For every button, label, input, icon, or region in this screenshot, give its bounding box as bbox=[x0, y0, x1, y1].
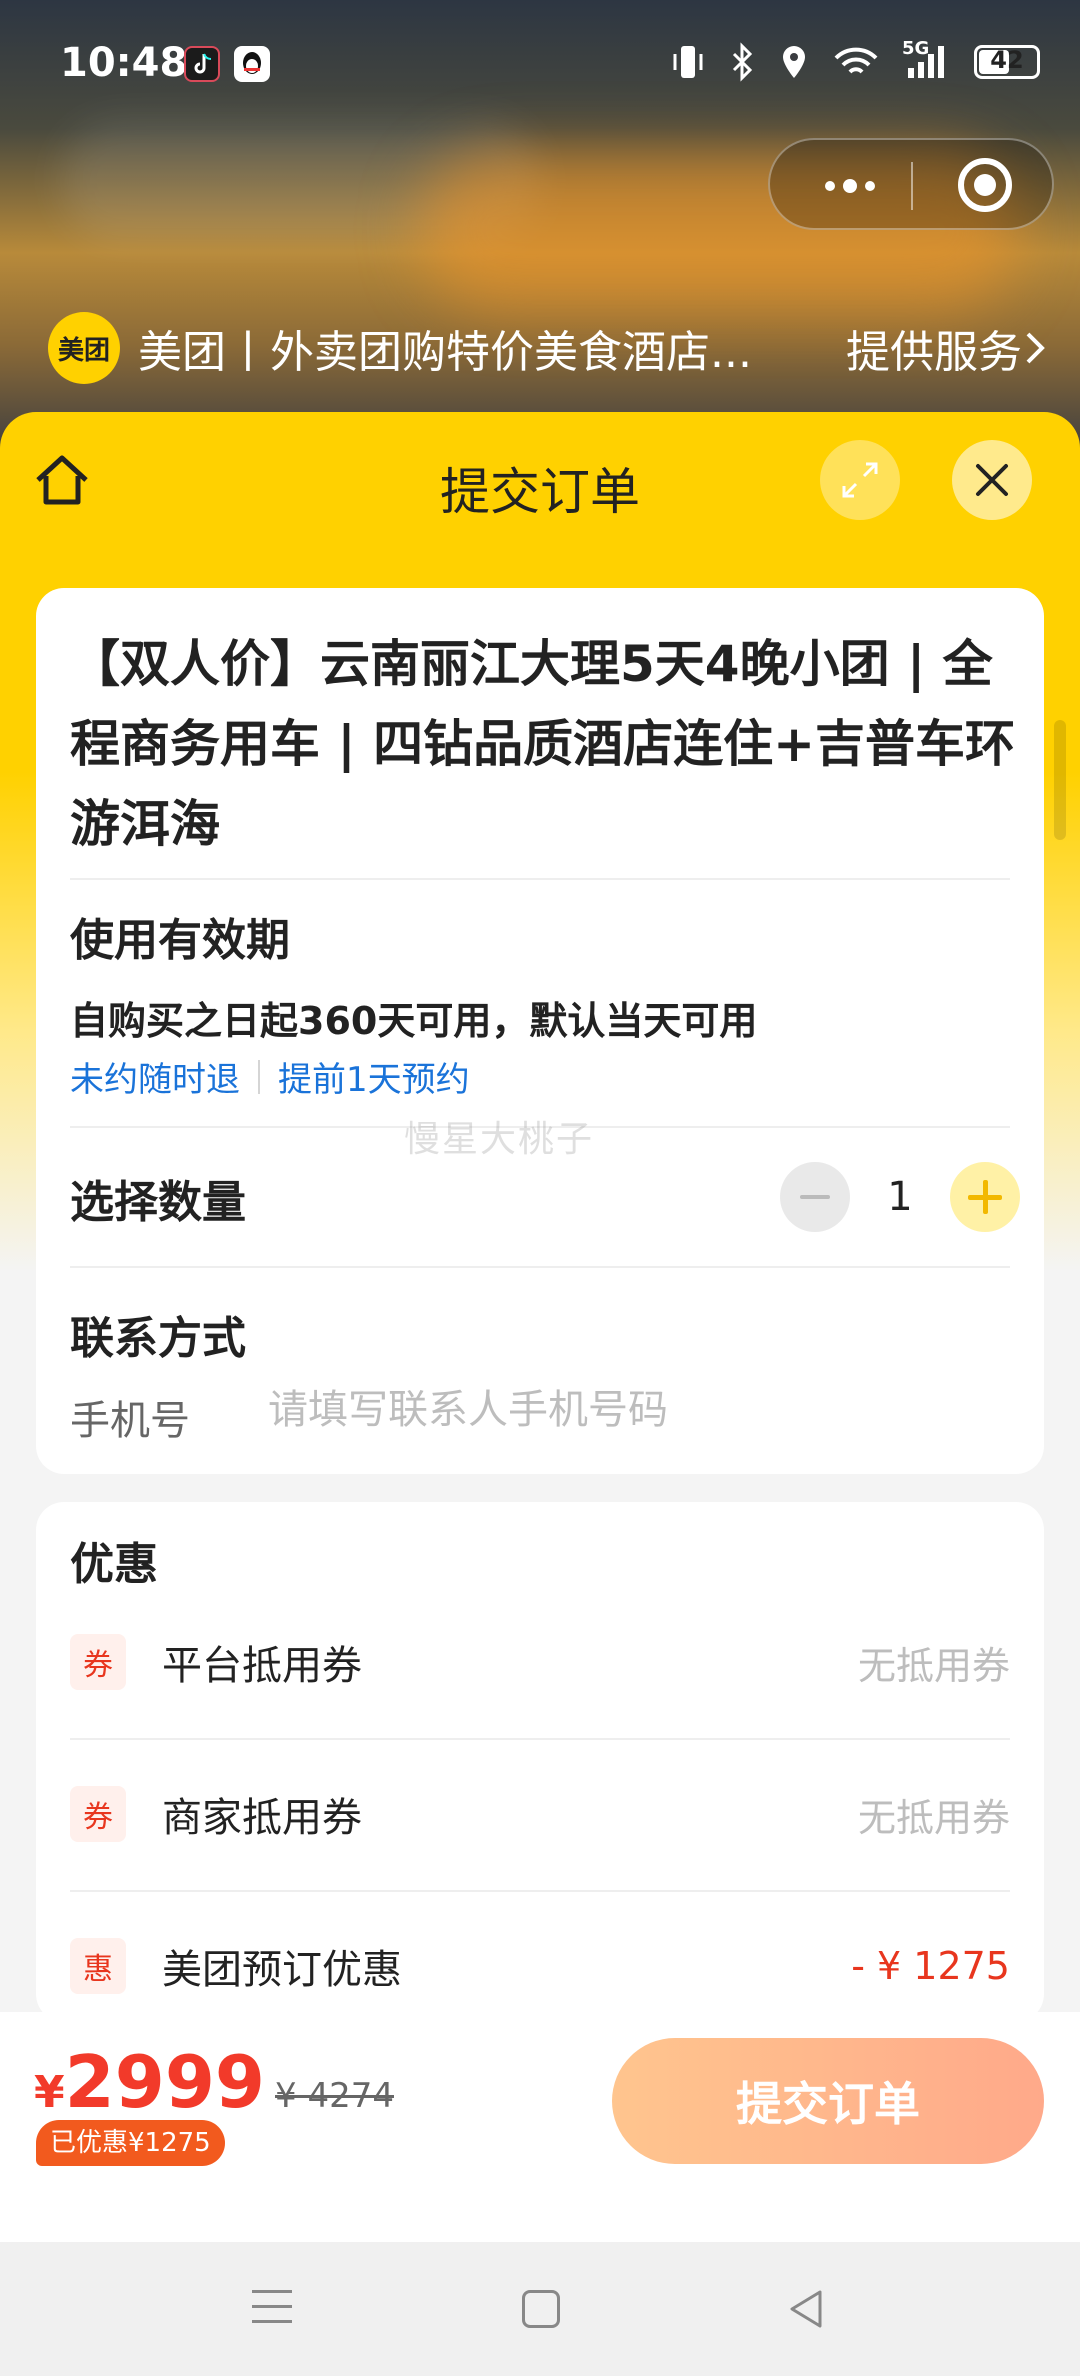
tiktok-icon bbox=[184, 46, 220, 82]
divider bbox=[70, 1890, 1010, 1892]
original-price: ¥ 4274 bbox=[275, 2076, 394, 2116]
status-time: 10:48 bbox=[60, 40, 188, 86]
divider bbox=[70, 1738, 1010, 1740]
booking-discount-row: 惠 美团预订优惠 - ¥ 1275 bbox=[70, 1926, 1010, 2006]
currency-symbol: ¥ bbox=[34, 2067, 65, 2118]
capsule-divider bbox=[911, 162, 913, 210]
reservation-tag: 提前1天预约 bbox=[278, 1060, 470, 1100]
merchant-coupon-row[interactable]: 券 商家抵用券 无抵用券 bbox=[70, 1774, 1010, 1854]
divider bbox=[70, 1266, 1010, 1268]
bluetooth-icon bbox=[732, 42, 753, 82]
coupon-icon: 券 bbox=[70, 1634, 126, 1690]
wifi-icon bbox=[834, 47, 878, 74]
divider bbox=[70, 878, 1010, 880]
discount-icon: 惠 bbox=[70, 1938, 126, 1994]
saved-badge: 已优惠¥1275 bbox=[36, 2120, 225, 2166]
status-bar: 10:48 5G 42 bbox=[0, 0, 1080, 130]
watermark: 慢星大桃子 bbox=[404, 1119, 595, 1160]
coupon-icon: 券 bbox=[70, 1786, 126, 1842]
coupon-value: 无抵用券 bbox=[857, 1643, 1010, 1688]
order-info-card: 【双人价】云南丽江大理5天4晚小团 | 全程商务用车 | 四钻品质酒店连住+吉普… bbox=[36, 588, 1044, 1474]
decrease-button[interactable] bbox=[780, 1162, 850, 1232]
validity-text: 自购买之日起360天可用，默认当天可用 bbox=[70, 999, 758, 1043]
quantity-stepper: 1 bbox=[780, 1162, 1020, 1232]
signal-icon: 5G bbox=[902, 38, 952, 82]
qq-icon bbox=[234, 46, 270, 82]
chevron-right-icon bbox=[1026, 332, 1045, 364]
total-price: ¥ 2999 ¥ 4274 bbox=[34, 2042, 394, 2122]
battery-level: 42 bbox=[990, 46, 1024, 74]
checkout-bar: ¥ 2999 ¥ 4274 已优惠¥1275 提交订单 bbox=[0, 2012, 1080, 2242]
discount-title: 优惠 bbox=[70, 1539, 158, 1590]
provider-link-label: 提供服务 bbox=[846, 327, 1022, 378]
sheet-header: 提交订单 bbox=[0, 412, 1080, 548]
close-icon[interactable] bbox=[952, 440, 1032, 520]
menu-icon[interactable] bbox=[252, 2290, 292, 2330]
coupon-name: 商家抵用券 bbox=[162, 1795, 362, 1841]
phone-label: 手机号 bbox=[70, 1398, 190, 1444]
quantity-value: 1 bbox=[887, 1174, 913, 1220]
policy-tags: 未约随时退 提前1天预约 bbox=[70, 1052, 470, 1101]
coupon-name: 平台抵用券 bbox=[162, 1643, 362, 1689]
vibrate-icon bbox=[673, 46, 703, 78]
service-title: 美团丨外卖团购特价美食酒店... bbox=[138, 327, 752, 378]
quantity-label: 选择数量 bbox=[70, 1177, 246, 1228]
more-dots-icon[interactable] bbox=[810, 162, 890, 210]
discount-value: - ¥ 1275 bbox=[851, 1944, 1010, 1988]
product-title: 【双人价】云南丽江大理5天4晚小团 | 全程商务用车 | 四钻品质酒店连住+吉普… bbox=[70, 635, 1015, 853]
provider-link[interactable]: 提供服务 bbox=[846, 316, 1048, 380]
refund-tag: 未约随时退 bbox=[70, 1060, 240, 1100]
platform-coupon-row[interactable]: 券 平台抵用券 无抵用券 bbox=[70, 1622, 1010, 1702]
meituan-logo: 美团 bbox=[48, 312, 120, 384]
discount-name: 美团预订优惠 bbox=[162, 1947, 402, 1993]
location-icon bbox=[783, 46, 805, 78]
battery-icon: 42 bbox=[974, 45, 1040, 79]
expand-icon[interactable] bbox=[820, 440, 900, 520]
validity-label: 使用有效期 bbox=[70, 915, 290, 966]
page-title: 提交订单 bbox=[440, 463, 640, 521]
discount-card: 优惠 券 平台抵用券 无抵用券 券 商家抵用券 无抵用券 惠 美团预订优惠 - … bbox=[36, 1502, 1044, 2022]
service-provider-bar: 美团 美团丨外卖团购特价美食酒店... 提供服务 bbox=[48, 310, 1048, 386]
status-icons: 5G 42 bbox=[670, 38, 1040, 82]
contact-label: 联系方式 bbox=[70, 1313, 246, 1364]
phone-input[interactable] bbox=[268, 1382, 988, 1438]
increase-button[interactable] bbox=[950, 1162, 1020, 1232]
miniprogram-capsule bbox=[768, 138, 1054, 230]
scrollbar[interactable] bbox=[1054, 720, 1066, 840]
coupon-value: 无抵用券 bbox=[857, 1795, 1010, 1840]
system-nav-bar bbox=[0, 2242, 1080, 2376]
price-amount: 2999 bbox=[64, 2040, 266, 2124]
home-square-icon[interactable] bbox=[522, 2290, 560, 2328]
back-icon[interactable] bbox=[786, 2288, 826, 2330]
submit-order-button[interactable]: 提交订单 bbox=[612, 2038, 1044, 2164]
tag-separator bbox=[258, 1059, 260, 1094]
target-icon[interactable] bbox=[958, 158, 1012, 212]
